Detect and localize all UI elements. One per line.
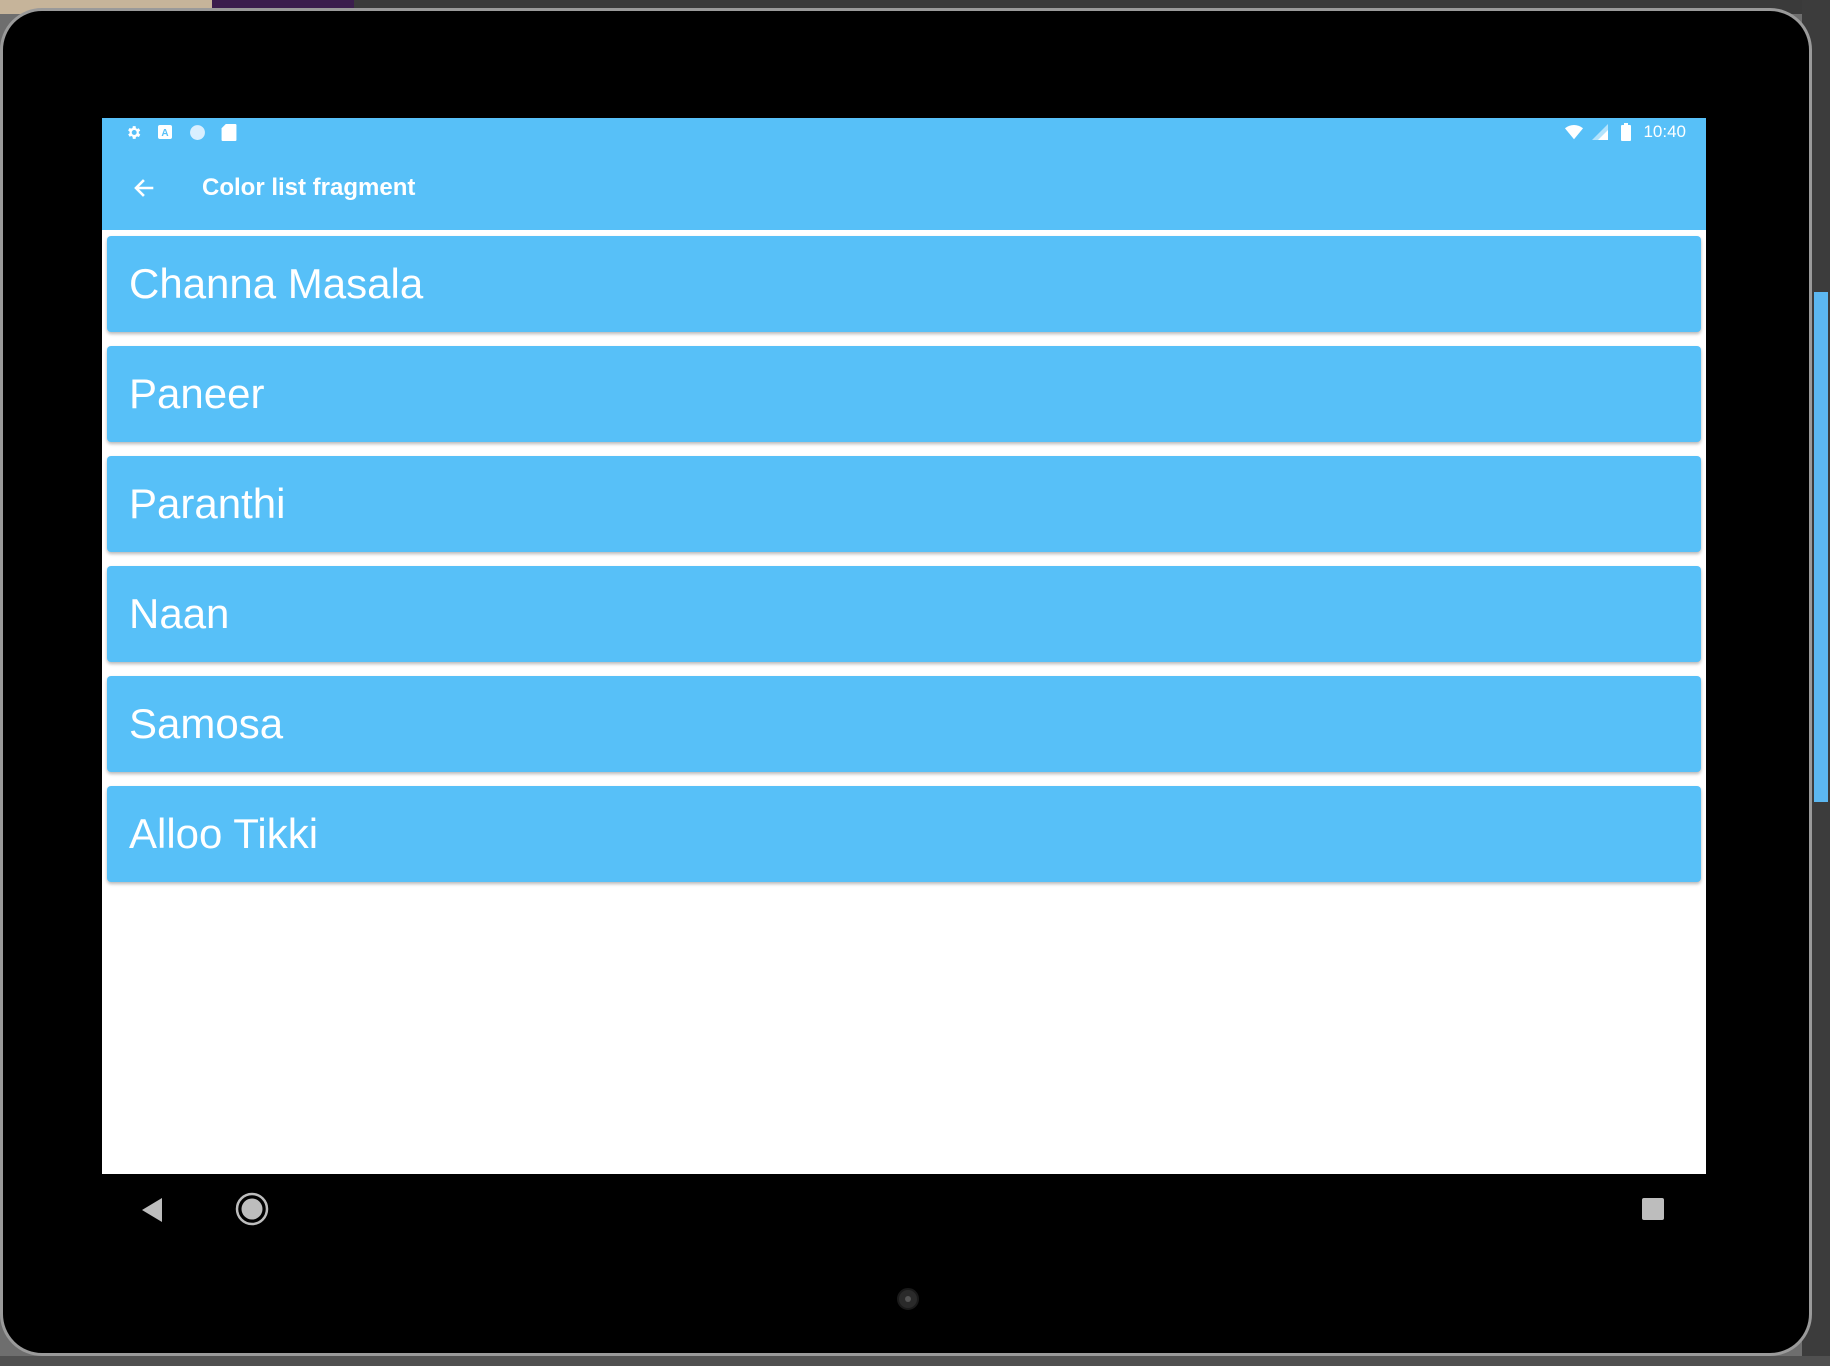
list-item-label: Samosa — [129, 700, 284, 747]
battery-icon — [1617, 123, 1635, 141]
list-item-label: Channa Masala — [129, 260, 424, 307]
back-button[interactable] — [122, 168, 166, 212]
list-item[interactable]: Naan — [107, 566, 1701, 662]
recents-square-icon[interactable] — [1642, 1198, 1664, 1220]
cell-signal-icon — [1591, 123, 1609, 141]
wifi-icon — [1565, 123, 1584, 141]
list-item[interactable]: Alloo Tikki — [107, 786, 1701, 882]
status-right-icons: 10:40 — [1565, 122, 1686, 142]
app-toolbar: Color list fragment — [102, 150, 1706, 230]
camera-icon — [897, 1288, 919, 1310]
desktop-background: A 10:40 Color list fragment Channa Masal… — [0, 0, 1830, 1366]
food-list: Channa Masala Paneer Paranthi Naan Samos… — [107, 236, 1701, 896]
list-item[interactable]: Channa Masala — [107, 236, 1701, 332]
list-item-label: Alloo Tikki — [129, 810, 319, 857]
status-bar: A 10:40 — [102, 118, 1706, 150]
status-time: 10:40 — [1643, 122, 1686, 141]
svg-text:A: A — [161, 128, 168, 139]
a-notification-icon: A — [156, 123, 174, 141]
list-item-label: Naan — [129, 590, 230, 637]
list-item-label: Paneer — [129, 370, 265, 417]
navigation-bar — [102, 1174, 1706, 1244]
status-left-icons: A — [124, 123, 238, 141]
list-item[interactable]: Paneer — [107, 346, 1701, 442]
desktop-window-fragment-blue — [1814, 292, 1828, 802]
list-item[interactable]: Samosa — [107, 676, 1701, 772]
back-triangle-icon[interactable] — [138, 1194, 170, 1226]
desktop-bottom-strip — [0, 1356, 1830, 1366]
home-circle-icon[interactable] — [235, 1192, 269, 1226]
circle-icon — [188, 123, 206, 141]
page-title: Color list fragment — [202, 174, 416, 201]
sd-card-icon — [220, 123, 238, 141]
list-item-label: Paranthi — [129, 480, 286, 527]
list-item[interactable]: Paranthi — [107, 456, 1701, 552]
gear-icon — [124, 123, 142, 141]
device-screen: A 10:40 Color list fragment Channa Masal… — [102, 118, 1706, 1244]
arrow-left-icon — [132, 176, 156, 204]
